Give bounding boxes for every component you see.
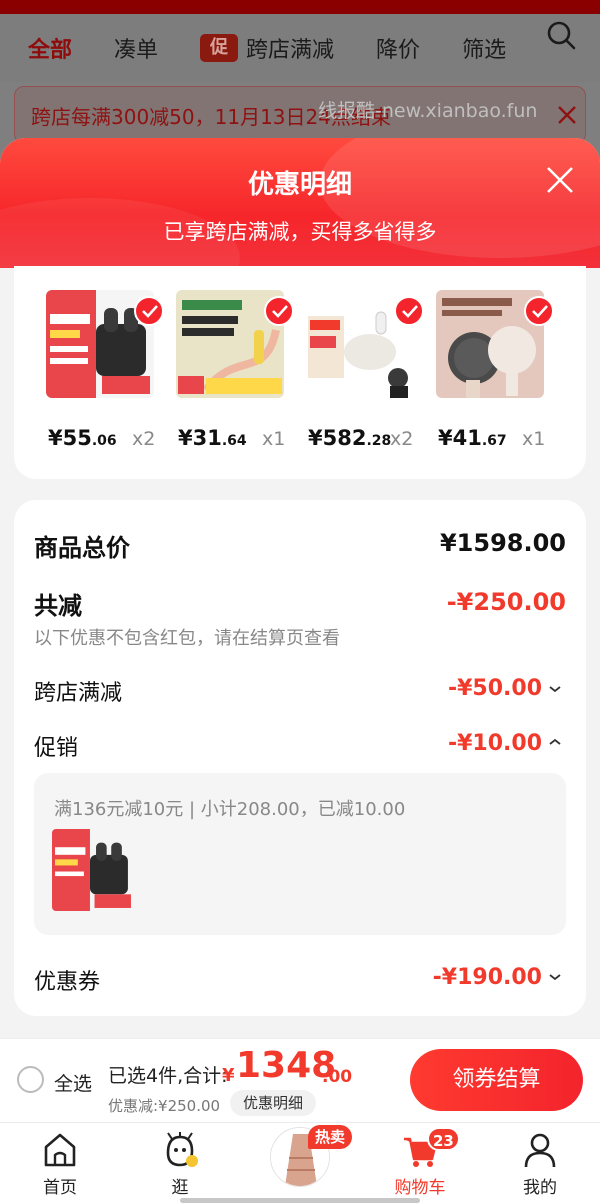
total-amount-decimal: .00 [322, 1067, 353, 1087]
sheet-title: 优惠明细 [247, 170, 352, 200]
tab-label: 我的 [523, 1178, 557, 1198]
promo-badge: 促 [200, 34, 239, 62]
product-price: ¥55.06 [48, 426, 117, 450]
product-quantity: x1 [262, 428, 286, 450]
chevron-down-icon[interactable] [548, 972, 562, 982]
select-all-radio[interactable] [17, 1066, 44, 1093]
selected-check-icon[interactable] [134, 296, 164, 326]
product-price: ¥31.64 [178, 426, 247, 450]
profile-icon [524, 1133, 556, 1168]
product-quantity: x2 [132, 428, 156, 450]
browse-icon [166, 1132, 198, 1167]
total-reduce-value: -¥250.00 [446, 588, 566, 616]
selected-check-icon[interactable] [394, 296, 424, 326]
home-icon [44, 1133, 76, 1167]
product-list: ¥55.06 x2 ¥31.64 x1 ¥582.28 x2 ¥41.67 x1 [46, 290, 586, 470]
total-reduce-label: 共减 [34, 592, 82, 620]
promotion-product-thumbnail [52, 829, 134, 911]
selected-summary: 已选4件,合计: [108, 1065, 228, 1087]
reduce-note: 以下优惠不包含红包，请在结算页查看 [34, 628, 340, 649]
coupon-label[interactable]: 优惠券 [34, 964, 100, 996]
checkout-bar: 全选 已选4件,合计: ¥ 1348 .00 优惠减:¥250.00 优惠明细 … [0, 1038, 600, 1122]
discount-detail-button[interactable]: 优惠明细 [230, 1090, 316, 1116]
total-price-value: ¥1598.00 [439, 529, 566, 557]
checkout-button[interactable]: 领券结算 [410, 1049, 583, 1111]
price-detail-card [14, 500, 586, 1016]
tab-profile[interactable]: 我的 [495, 1123, 585, 1204]
tab-home[interactable]: 首页 [15, 1123, 105, 1204]
bottom-tab-bar: 首页 逛 热卖 购物车 23 我的 [0, 1122, 600, 1204]
tab-filter[interactable]: 筛选 [462, 32, 506, 64]
tab-label: 跨店满减 [246, 38, 335, 63]
product-quantity: x2 [390, 428, 414, 450]
tab-label: 首页 [43, 1178, 77, 1198]
total-price-label: 商品总价 [34, 534, 130, 562]
tab-label: 购物车 [394, 1178, 446, 1198]
product-price: ¥582.28 [308, 426, 392, 450]
promotion-label[interactable]: 促销 [34, 730, 78, 762]
cross-store-label[interactable]: 跨店满减 [34, 675, 122, 707]
sheet-header: 优惠明细 已享跨店满减，买得多省得多 [0, 138, 600, 268]
promotion-rule-text: 满136元减10元 | 小计208.00，已减10.00 [54, 799, 406, 820]
tab-cross-store-discount[interactable]: 促 跨店满减 [200, 32, 334, 64]
chevron-down-icon[interactable] [548, 684, 562, 694]
close-icon[interactable] [556, 104, 578, 126]
tab-browse[interactable]: 逛 [135, 1123, 225, 1204]
product-price: ¥41.67 [438, 426, 507, 450]
coupon-value[interactable]: -¥190.00 [433, 965, 542, 990]
selected-check-icon[interactable] [524, 296, 554, 326]
promotion-detail-box: 满136元减10元 | 小计208.00，已减10.00 [34, 773, 566, 935]
cart-count-badge: 23 [427, 1127, 460, 1151]
select-all-label[interactable]: 全选 [54, 1069, 92, 1096]
cross-store-value[interactable]: -¥50.00 [448, 676, 542, 701]
tab-label: 逛 [171, 1178, 189, 1198]
tab-price-drop[interactable]: 降价 [376, 32, 420, 64]
saved-amount: 优惠减:¥250.00 [108, 1097, 221, 1115]
cart-filter-tabs: 全部 凑单 促 跨店满减 降价 筛选 [0, 14, 600, 82]
hot-badge: 热卖 [308, 1125, 353, 1149]
watermark: 线报酷-new.xianbao.fun [318, 100, 538, 122]
home-indicator [180, 1198, 420, 1203]
chevron-up-icon[interactable] [548, 737, 562, 747]
product-quantity: x1 [522, 428, 546, 450]
total-currency: ¥ [222, 1065, 235, 1086]
selected-check-icon[interactable] [264, 296, 294, 326]
tab-combine-order[interactable]: 凑单 [114, 32, 158, 64]
promotion-value[interactable]: -¥10.00 [448, 731, 542, 756]
close-icon[interactable] [546, 166, 574, 194]
search-icon[interactable] [546, 20, 576, 50]
sheet-subtitle: 已享跨店满减，买得多省得多 [163, 220, 437, 244]
tab-all[interactable]: 全部 [28, 32, 72, 64]
status-strip [0, 0, 600, 14]
